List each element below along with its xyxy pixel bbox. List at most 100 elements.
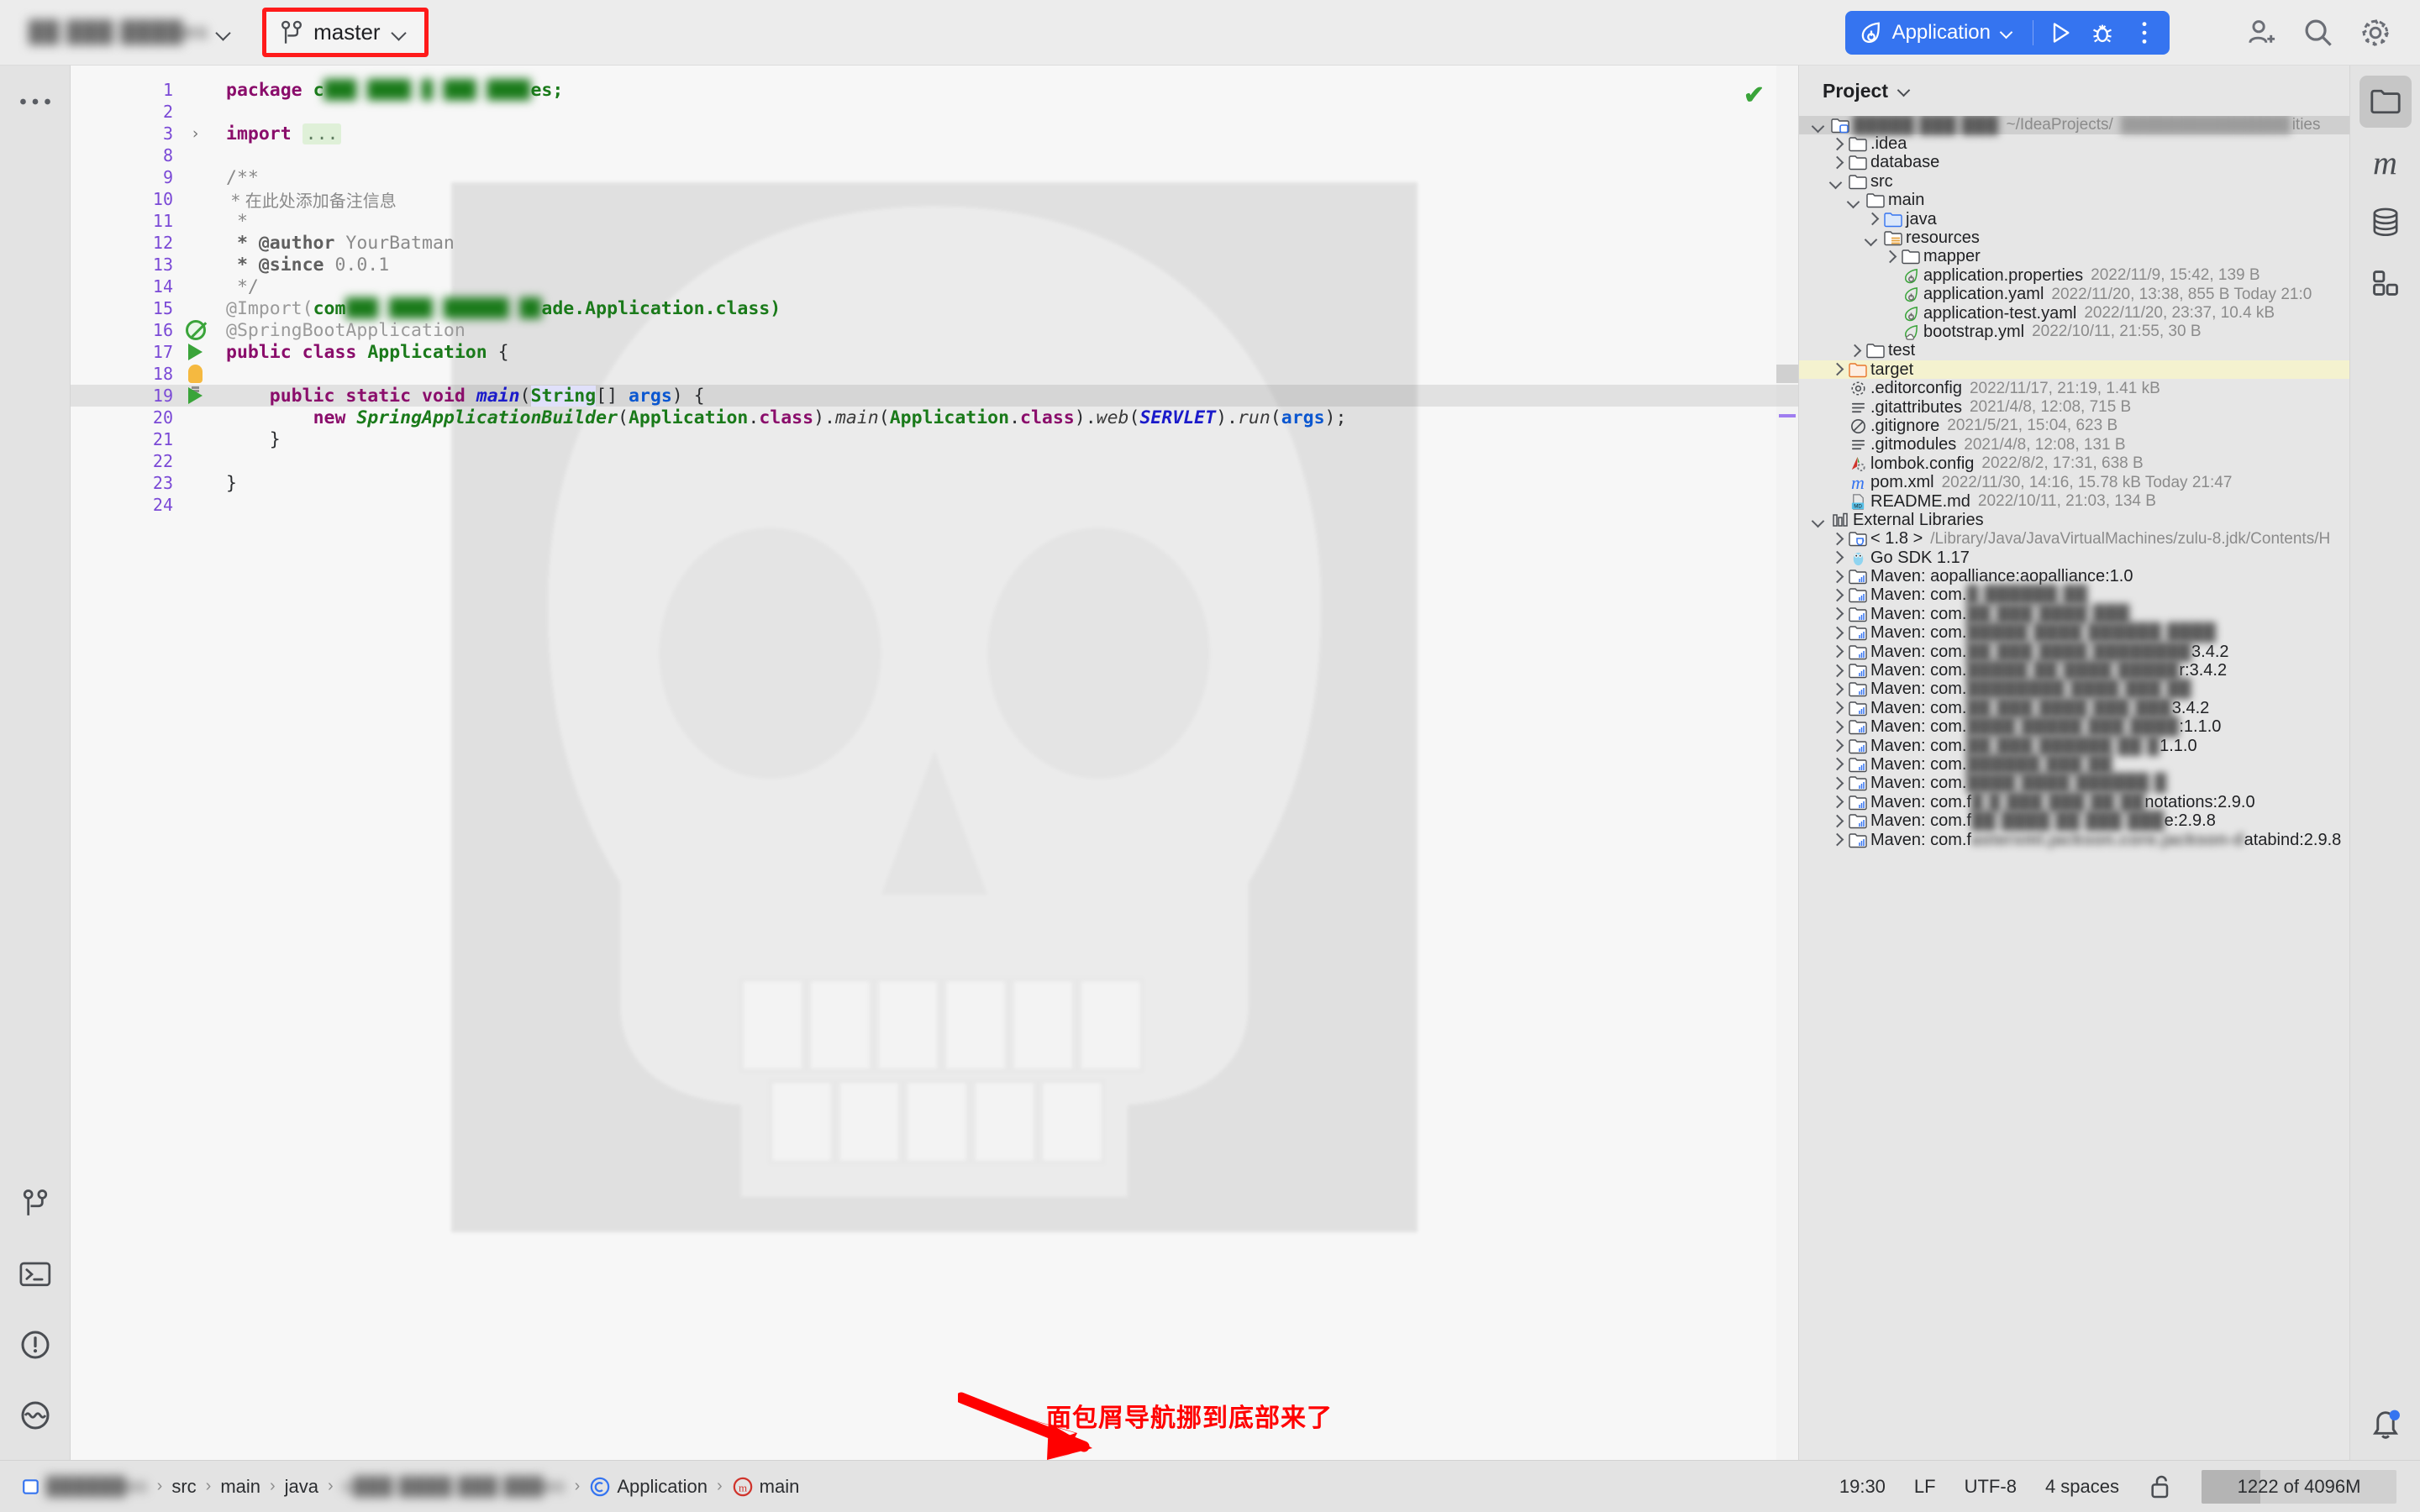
chevron-right-icon[interactable] xyxy=(1827,643,1845,661)
fold-marker[interactable]: › xyxy=(173,124,218,143)
project-tool-button[interactable] xyxy=(2360,76,2412,128)
chevron-down-icon[interactable] xyxy=(1897,82,1913,99)
tree-row-library[interactable]: Go SDK 1.17 xyxy=(1799,549,2349,567)
tree-row-library[interactable]: Maven: com.██ ███ ██████ ██ █1.1.0 xyxy=(1799,737,2349,755)
tree-row-external-libraries[interactable]: External Libraries xyxy=(1799,511,2349,529)
project-tree[interactable]: █████ ███ ███ ~/IdeaProjects/ ██████████… xyxy=(1799,116,2349,1460)
run-button[interactable] xyxy=(2040,14,2081,51)
tree-row-library[interactable]: Maven: com.f██ ████ ██ ███ ███e:2.9.8 xyxy=(1799,811,2349,830)
breadcrumb-item-package[interactable]: c███ ████ ███ ███es xyxy=(343,1477,566,1497)
tree-row--editorconfig[interactable]: .editorconfig2022/11/17, 21:19, 1.41 kB xyxy=(1799,379,2349,397)
run-configuration-selector[interactable]: Application xyxy=(1850,20,2026,45)
chevron-right-icon[interactable] xyxy=(1827,135,1845,154)
chevron-right-icon[interactable] xyxy=(1862,210,1881,228)
chevron-right-icon[interactable] xyxy=(1827,568,1845,586)
tree-row-application-yaml[interactable]: application.yaml2022/11/20, 13:38, 855 B… xyxy=(1799,286,2349,304)
tree-row-library[interactable]: Maven: com.██ ███ ████ ████████3.4.2 xyxy=(1799,643,2349,661)
chevron-right-icon[interactable] xyxy=(1827,793,1845,811)
tree-row-main[interactable]: main xyxy=(1799,192,2349,210)
chevron-right-icon[interactable] xyxy=(1827,530,1845,549)
maven-tool-button[interactable]: m xyxy=(2360,136,2412,188)
tree-row-project-root[interactable]: █████ ███ ███ ~/IdeaProjects/ ██████████… xyxy=(1799,116,2349,134)
chevron-right-icon[interactable] xyxy=(1880,248,1898,266)
tree-row-library[interactable]: Maven: com.████ █████ ███ ████:1.1.0 xyxy=(1799,718,2349,737)
chevron-down-icon[interactable] xyxy=(1862,229,1881,248)
debug-button[interactable] xyxy=(2082,14,2123,51)
tree-row-mapper[interactable]: mapper xyxy=(1799,248,2349,266)
chevron-down-icon[interactable] xyxy=(1809,511,1828,529)
breadcrumb-item-method[interactable]: main xyxy=(760,1476,800,1498)
memory-indicator[interactable]: 1222 of 4096M xyxy=(2202,1470,2396,1504)
code-editor[interactable]: ✔ 1 package c███ ████ █ ███ ████es; 2 3 … xyxy=(71,66,1798,1460)
breadcrumb-item-class[interactable]: Application xyxy=(617,1476,708,1498)
indent-widget[interactable]: 4 spaces xyxy=(2045,1476,2119,1498)
tree-row-library[interactable]: Maven: com.██████ ███ ██ xyxy=(1799,755,2349,774)
gear-icon[interactable] xyxy=(2351,8,2400,57)
line-separator-widget[interactable]: LF xyxy=(1914,1476,1936,1498)
chevron-right-icon[interactable] xyxy=(1827,718,1845,737)
chevron-down-icon[interactable] xyxy=(1809,116,1828,134)
no-entry-gutter-icon[interactable] xyxy=(173,320,218,340)
chevron-right-icon[interactable] xyxy=(1827,831,1845,849)
tree-row-readme-md[interactable]: MDREADME.md2022/10/11, 21:03, 134 B xyxy=(1799,492,2349,511)
tree-row-library[interactable]: < 1.8 >/Library/Java/JavaVirtualMachines… xyxy=(1799,530,2349,549)
more-tool-windows-button[interactable] xyxy=(8,72,63,131)
tree-row-library[interactable]: Maven: com.████████ ████ ███ ██ xyxy=(1799,680,2349,699)
chevron-right-icon[interactable] xyxy=(1827,605,1845,623)
search-icon[interactable] xyxy=(2294,8,2343,57)
more-actions-button[interactable] xyxy=(2124,14,2165,51)
tree-row-database[interactable]: database xyxy=(1799,154,2349,172)
tree-row--gitmodules[interactable]: .gitmodules2021/4/8, 12:08, 131 B xyxy=(1799,436,2349,454)
chevron-right-icon[interactable] xyxy=(1827,154,1845,172)
branch-selector[interactable]: master xyxy=(262,8,428,57)
run-gutter-icon[interactable] xyxy=(173,344,218,360)
project-panel-header[interactable]: Project xyxy=(1799,66,2349,116)
encoding-widget[interactable]: UTF-8 xyxy=(1965,1476,2017,1498)
tree-row-library[interactable]: Maven: com.█████ ██ ████ █████r:3.4.2 xyxy=(1799,661,2349,680)
chevron-right-icon[interactable] xyxy=(1827,755,1845,774)
chevron-right-icon[interactable] xyxy=(1827,699,1845,717)
chevron-right-icon[interactable] xyxy=(1827,549,1845,567)
chevron-down-icon[interactable] xyxy=(1844,192,1863,210)
tree-row-library[interactable]: Maven: com.fasterxml.jackson.core.jackso… xyxy=(1799,831,2349,849)
plugins-tool-button[interactable] xyxy=(2360,257,2412,309)
chevron-right-icon[interactable] xyxy=(1827,812,1845,831)
folded-imports[interactable]: ... xyxy=(302,123,342,144)
add-user-button[interactable] xyxy=(2237,8,2286,57)
tree-row-library[interactable]: Maven: aopalliance:aopalliance:1.0 xyxy=(1799,567,2349,585)
chevron-right-icon[interactable] xyxy=(1827,662,1845,680)
chevron-down-icon[interactable] xyxy=(1827,172,1845,191)
breadcrumb-item-module[interactable]: ██████es xyxy=(46,1477,148,1497)
tree-row-pom-xml[interactable]: mpom.xml2022/11/30, 14:16, 15.78 kB Toda… xyxy=(1799,473,2349,491)
tree-row-src[interactable]: src xyxy=(1799,172,2349,191)
chevron-right-icon[interactable] xyxy=(1827,586,1845,605)
tree-row-library[interactable]: Maven: com.██ ███ ████ ███ xyxy=(1799,605,2349,623)
tree-row-library[interactable]: Maven: com.██ ███ ████ ███ ███3.4.2 xyxy=(1799,699,2349,717)
tree-row-application-properties[interactable]: application.properties2022/11/9, 15:42, … xyxy=(1799,266,2349,285)
chevron-right-icon[interactable] xyxy=(1844,342,1863,360)
git-tool-button[interactable] xyxy=(8,1174,63,1233)
intention-bulb-icon[interactable] xyxy=(173,365,218,383)
tree-row-library[interactable]: Maven: com.█████ ████ ██████ ████ xyxy=(1799,624,2349,643)
chevron-right-icon[interactable] xyxy=(1827,360,1845,379)
tree-row-target[interactable]: target xyxy=(1799,360,2349,379)
problems-tool-button[interactable] xyxy=(8,1315,63,1374)
tree-row-test[interactable]: test xyxy=(1799,342,2349,360)
tree-row-library[interactable]: Maven: com.█ ██████ ██ xyxy=(1799,586,2349,605)
tree-row-library[interactable]: Maven: com.f█ █ ███ ███ ██ ██notations:2… xyxy=(1799,793,2349,811)
breadcrumb-item-src[interactable]: src xyxy=(171,1476,196,1498)
database-tool-button[interactable] xyxy=(2360,197,2412,249)
tree-row-java[interactable]: java xyxy=(1799,210,2349,228)
tree-row-bootstrap-yml[interactable]: bootstrap.yml2022/10/11, 21:55, 30 B xyxy=(1799,323,2349,341)
chevron-right-icon[interactable] xyxy=(1827,680,1845,699)
breadcrumb-item-java[interactable]: java xyxy=(285,1476,318,1498)
notifications-button[interactable] xyxy=(2369,1404,2402,1460)
project-selector[interactable]: ██ ███ ████es xyxy=(18,14,242,50)
tree-row--gitignore[interactable]: .gitignore2021/5/21, 15:04, 623 B xyxy=(1799,417,2349,435)
tree-row-library[interactable]: Maven: com.████ ████ ██████ █ xyxy=(1799,774,2349,793)
breadcrumb-item-main[interactable]: main xyxy=(220,1476,260,1498)
tree-row-application-test-yaml[interactable]: application-test.yaml2022/11/20, 23:37, … xyxy=(1799,304,2349,323)
terminal-tool-button[interactable] xyxy=(8,1245,63,1304)
run-gutter-icon[interactable] xyxy=(173,387,218,404)
chevron-right-icon[interactable] xyxy=(1827,624,1845,643)
